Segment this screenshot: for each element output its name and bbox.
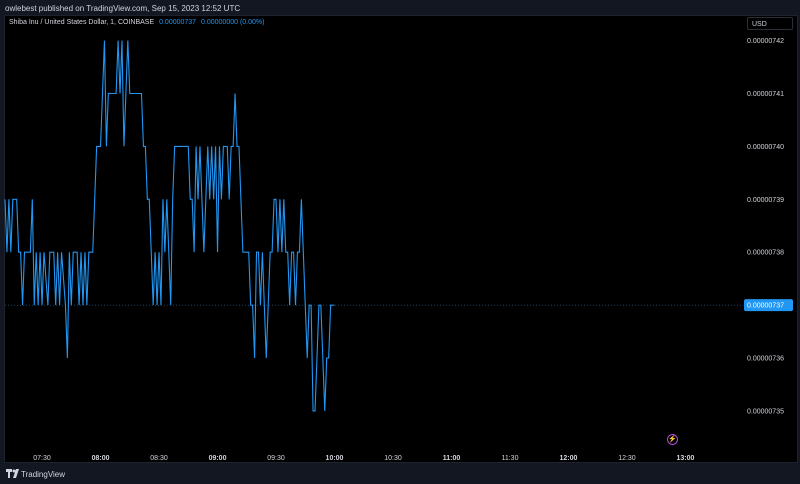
price-chart[interactable]: 0.00000742 0.00000741 0.00000740 0.00000739… xyxy=(0,0,800,484)
y-tick-label: 0.00000740 xyxy=(747,144,784,151)
x-tick-label: 08:00 xyxy=(92,455,110,462)
x-tick-label: 12:30 xyxy=(618,455,636,462)
symbol-legend: Shiba Inu / United States Dollar, 1, COI… xyxy=(9,19,264,26)
tradingview-logo-icon[interactable] xyxy=(6,469,19,478)
y-tick-label: 0.00000735 xyxy=(747,408,784,415)
y-tick-label: 0.00000736 xyxy=(747,356,784,363)
x-tick-label: 09:00 xyxy=(209,455,227,462)
y-tick-label: 0.00000738 xyxy=(747,250,784,257)
x-tick-label: 10:30 xyxy=(384,455,402,462)
last-price-marker: 0.00000737 xyxy=(5,299,793,312)
x-tick-label: 07:30 xyxy=(33,455,51,462)
y-tick-label: 0.00000742 xyxy=(747,38,784,45)
x-tick-label: 10:00 xyxy=(326,455,344,462)
lightning-icon[interactable]: ⚡ xyxy=(667,434,678,445)
x-tick-label: 12:00 xyxy=(560,455,578,462)
last-price-label: 0.00000737 xyxy=(747,303,784,310)
x-tick-label: 11:30 xyxy=(501,455,518,462)
x-tick-label: 13:00 xyxy=(677,455,695,462)
price-series xyxy=(4,40,335,412)
x-tick-label: 11:00 xyxy=(443,455,461,462)
legend-price: 0.00000737 xyxy=(159,19,197,26)
y-tick-label: 0.00000739 xyxy=(747,197,784,204)
legend-change: 0.00000000 (0.00%) xyxy=(201,19,265,26)
price-line xyxy=(4,40,335,412)
y-tick-label: 0.00000741 xyxy=(747,91,784,98)
x-tick-label: 08:30 xyxy=(150,455,168,462)
tradingview-brand[interactable]: TradingView xyxy=(21,470,65,479)
symbol-title: Shiba Inu / United States Dollar, 1, COI… xyxy=(9,19,155,26)
price-axis: 0.00000742 0.00000741 0.00000740 0.00000739… xyxy=(747,38,784,415)
x-tick-label: 09:30 xyxy=(267,455,285,462)
time-axis: 07:30 08:00 08:30 09:00 09:30 10:00 10:30 11:00… xyxy=(33,455,694,462)
currency-button[interactable]: USD xyxy=(747,17,793,30)
footer: TradingView xyxy=(0,464,800,484)
